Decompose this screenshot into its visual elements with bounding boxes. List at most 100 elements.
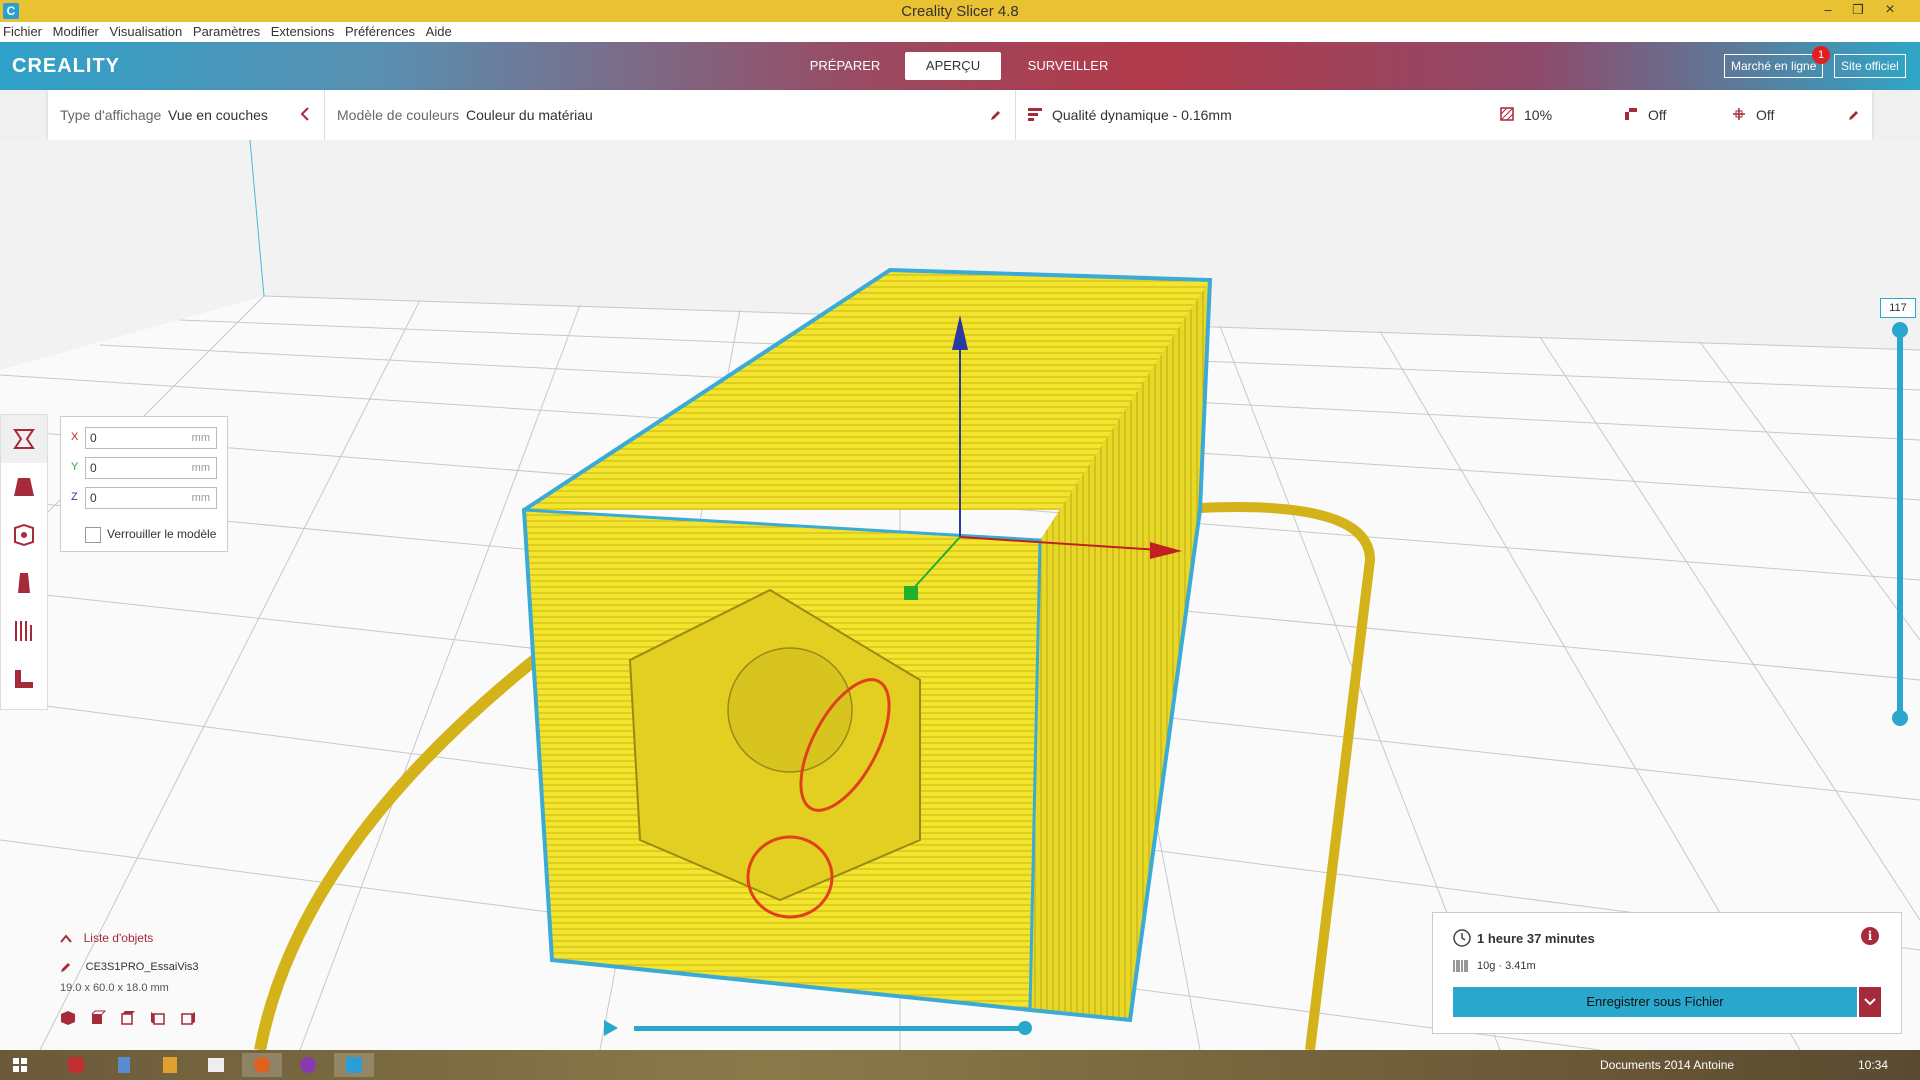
y-axis-handle-box[interactable] xyxy=(904,586,918,600)
path-slider-handle[interactable] xyxy=(1018,1021,1032,1035)
menu-bar: Fichier Modifier Visualisation Paramètre… xyxy=(0,22,1920,42)
view-3d-icon[interactable] xyxy=(60,1010,76,1026)
y-axis-label: Y xyxy=(71,461,79,473)
tab-preparer[interactable]: PRÉPARER xyxy=(800,52,890,80)
z-axis-label: Z xyxy=(71,491,78,503)
color-model-label: Modèle de couleurs xyxy=(337,107,460,123)
firefox-icon xyxy=(254,1057,270,1073)
support-value[interactable]: Off xyxy=(1648,90,1666,140)
rotate-icon xyxy=(14,523,34,547)
save-to-file-button[interactable]: Enregistrer sous Fichier xyxy=(1453,987,1857,1017)
view-left-icon[interactable] xyxy=(150,1010,166,1026)
layer-slider[interactable]: 117 xyxy=(1880,298,1916,730)
tab-apercu[interactable]: APERÇU xyxy=(905,52,1001,80)
checkbox-box xyxy=(85,527,101,543)
menu-aide[interactable]: Aide xyxy=(426,22,452,42)
view-front-icon[interactable] xyxy=(90,1010,106,1026)
settings-bars-icon xyxy=(15,621,32,641)
y-input[interactable]: 0 mm xyxy=(85,457,217,479)
lock-model-checkbox[interactable]: Verrouiller le modèle xyxy=(85,527,216,543)
move-icon xyxy=(13,429,35,449)
taskbar-creality-slicer[interactable] xyxy=(334,1053,374,1077)
creality-logo: CREALITY xyxy=(12,55,120,77)
app-icon xyxy=(118,1057,130,1073)
x-axis-label: X xyxy=(71,431,79,443)
quality-icon xyxy=(1028,91,1042,141)
path-slider-track[interactable] xyxy=(634,1026,1024,1031)
chevron-down-icon xyxy=(1864,998,1876,1006)
maximize-button[interactable]: ❐ xyxy=(1844,0,1872,22)
play-icon[interactable] xyxy=(604,1020,618,1036)
material-usage: 10g · 3.41m xyxy=(1477,960,1536,972)
path-slider[interactable] xyxy=(604,1018,1034,1038)
menu-parametres[interactable]: Paramètres xyxy=(193,22,260,42)
minimize-button[interactable]: – xyxy=(1814,0,1842,22)
taskbar-app-1[interactable] xyxy=(56,1053,96,1077)
layer-number[interactable]: 117 xyxy=(1880,298,1916,318)
app-icon xyxy=(208,1058,224,1072)
close-button[interactable]: × xyxy=(1876,0,1904,22)
menu-fichier[interactable]: Fichier xyxy=(3,22,42,42)
move-tool[interactable] xyxy=(1,415,47,463)
object-list: Liste d'objets CE3S1PRO_EssaiVis3 19.0 x… xyxy=(60,930,260,1026)
menu-extensions[interactable]: Extensions xyxy=(271,22,335,42)
support-blocker-icon xyxy=(15,670,33,688)
taskbar-app-4[interactable] xyxy=(196,1053,236,1077)
pencil-icon[interactable] xyxy=(990,91,1002,141)
view-right-icon[interactable] xyxy=(180,1010,196,1026)
info-icon[interactable]: i xyxy=(1861,927,1879,945)
stage-header: CREALITY PRÉPARER APERÇU SURVEILLER Marc… xyxy=(0,42,1920,90)
object-list-toggle[interactable]: Liste d'objets xyxy=(60,930,260,952)
x-input[interactable]: 0 mm xyxy=(85,427,217,449)
color-model-value[interactable]: Couleur du matériau xyxy=(466,90,593,140)
scale-icon xyxy=(14,478,34,496)
start-button[interactable] xyxy=(0,1053,40,1077)
official-site-button[interactable]: Site officiel xyxy=(1834,54,1906,78)
windows-icon xyxy=(13,1058,27,1072)
taskbar-app-6[interactable] xyxy=(288,1053,328,1077)
menu-modifier[interactable]: Modifier xyxy=(53,22,99,42)
taskbar-firefox[interactable] xyxy=(242,1053,282,1077)
per-model-settings-tool[interactable] xyxy=(1,607,47,655)
toolbar-divider xyxy=(1015,90,1016,140)
z-input[interactable]: 0 mm xyxy=(85,487,217,509)
menu-preferences[interactable]: Préférences xyxy=(345,22,415,42)
app-icon xyxy=(163,1057,177,1073)
view-top-icon[interactable] xyxy=(120,1010,136,1026)
pencil-icon xyxy=(61,962,70,972)
app-icon xyxy=(300,1057,316,1073)
taskbar-clock[interactable]: 10:34 xyxy=(1858,1058,1888,1072)
taskbar-app-2[interactable] xyxy=(104,1053,144,1077)
rotate-tool[interactable] xyxy=(1,511,47,559)
window-title-bar: C Creality Slicer 4.8 – ❐ × xyxy=(0,0,1920,22)
material-icon xyxy=(1453,959,1469,976)
chevron-left-icon[interactable] xyxy=(300,91,310,141)
print-info-card: 1 heure 37 minutes i 10g · 3.41m Enregis… xyxy=(1432,912,1902,1034)
layer-slider-track[interactable] xyxy=(1897,330,1903,722)
chevron-up-icon xyxy=(60,934,72,943)
save-options-button[interactable] xyxy=(1859,987,1881,1017)
move-panel: X 0 mm Y 0 mm Z 0 mm Verrouiller le modèle xyxy=(60,416,228,552)
tab-surveiller[interactable]: SURVEILLER xyxy=(1018,52,1118,80)
mirror-tool[interactable] xyxy=(1,559,47,607)
layer-slider-bottom-handle[interactable] xyxy=(1892,710,1908,726)
infill-value[interactable]: 10% xyxy=(1524,90,1552,140)
display-type-value[interactable]: Vue en couches xyxy=(168,90,268,140)
object-name: CE3S1PRO_EssaiVis3 xyxy=(85,961,199,973)
adhesion-value[interactable]: Off xyxy=(1756,90,1774,140)
pencil-icon[interactable] xyxy=(1848,91,1860,141)
support-blocker-tool[interactable] xyxy=(1,655,47,703)
taskbar-app-3[interactable] xyxy=(150,1053,190,1077)
marketplace-button[interactable]: Marché en ligne xyxy=(1724,54,1824,78)
print-time: 1 heure 37 minutes xyxy=(1477,931,1595,946)
view-toolbar: Type d'affichage Vue en couches Modèle d… xyxy=(48,90,1872,140)
layer-slider-top-handle[interactable] xyxy=(1892,322,1908,338)
taskbar-folder[interactable]: Documents 2014 Antoine xyxy=(1600,1058,1734,1072)
menu-visualisation[interactable]: Visualisation xyxy=(110,22,183,42)
quality-profile[interactable]: Qualité dynamique - 0.16mm xyxy=(1052,90,1232,140)
object-row[interactable]: CE3S1PRO_EssaiVis3 xyxy=(60,958,260,980)
os-taskbar: Documents 2014 Antoine 10:34 xyxy=(0,1050,1920,1080)
scale-tool[interactable] xyxy=(1,463,47,511)
mirror-icon xyxy=(18,573,30,593)
screw-hole xyxy=(727,647,853,773)
